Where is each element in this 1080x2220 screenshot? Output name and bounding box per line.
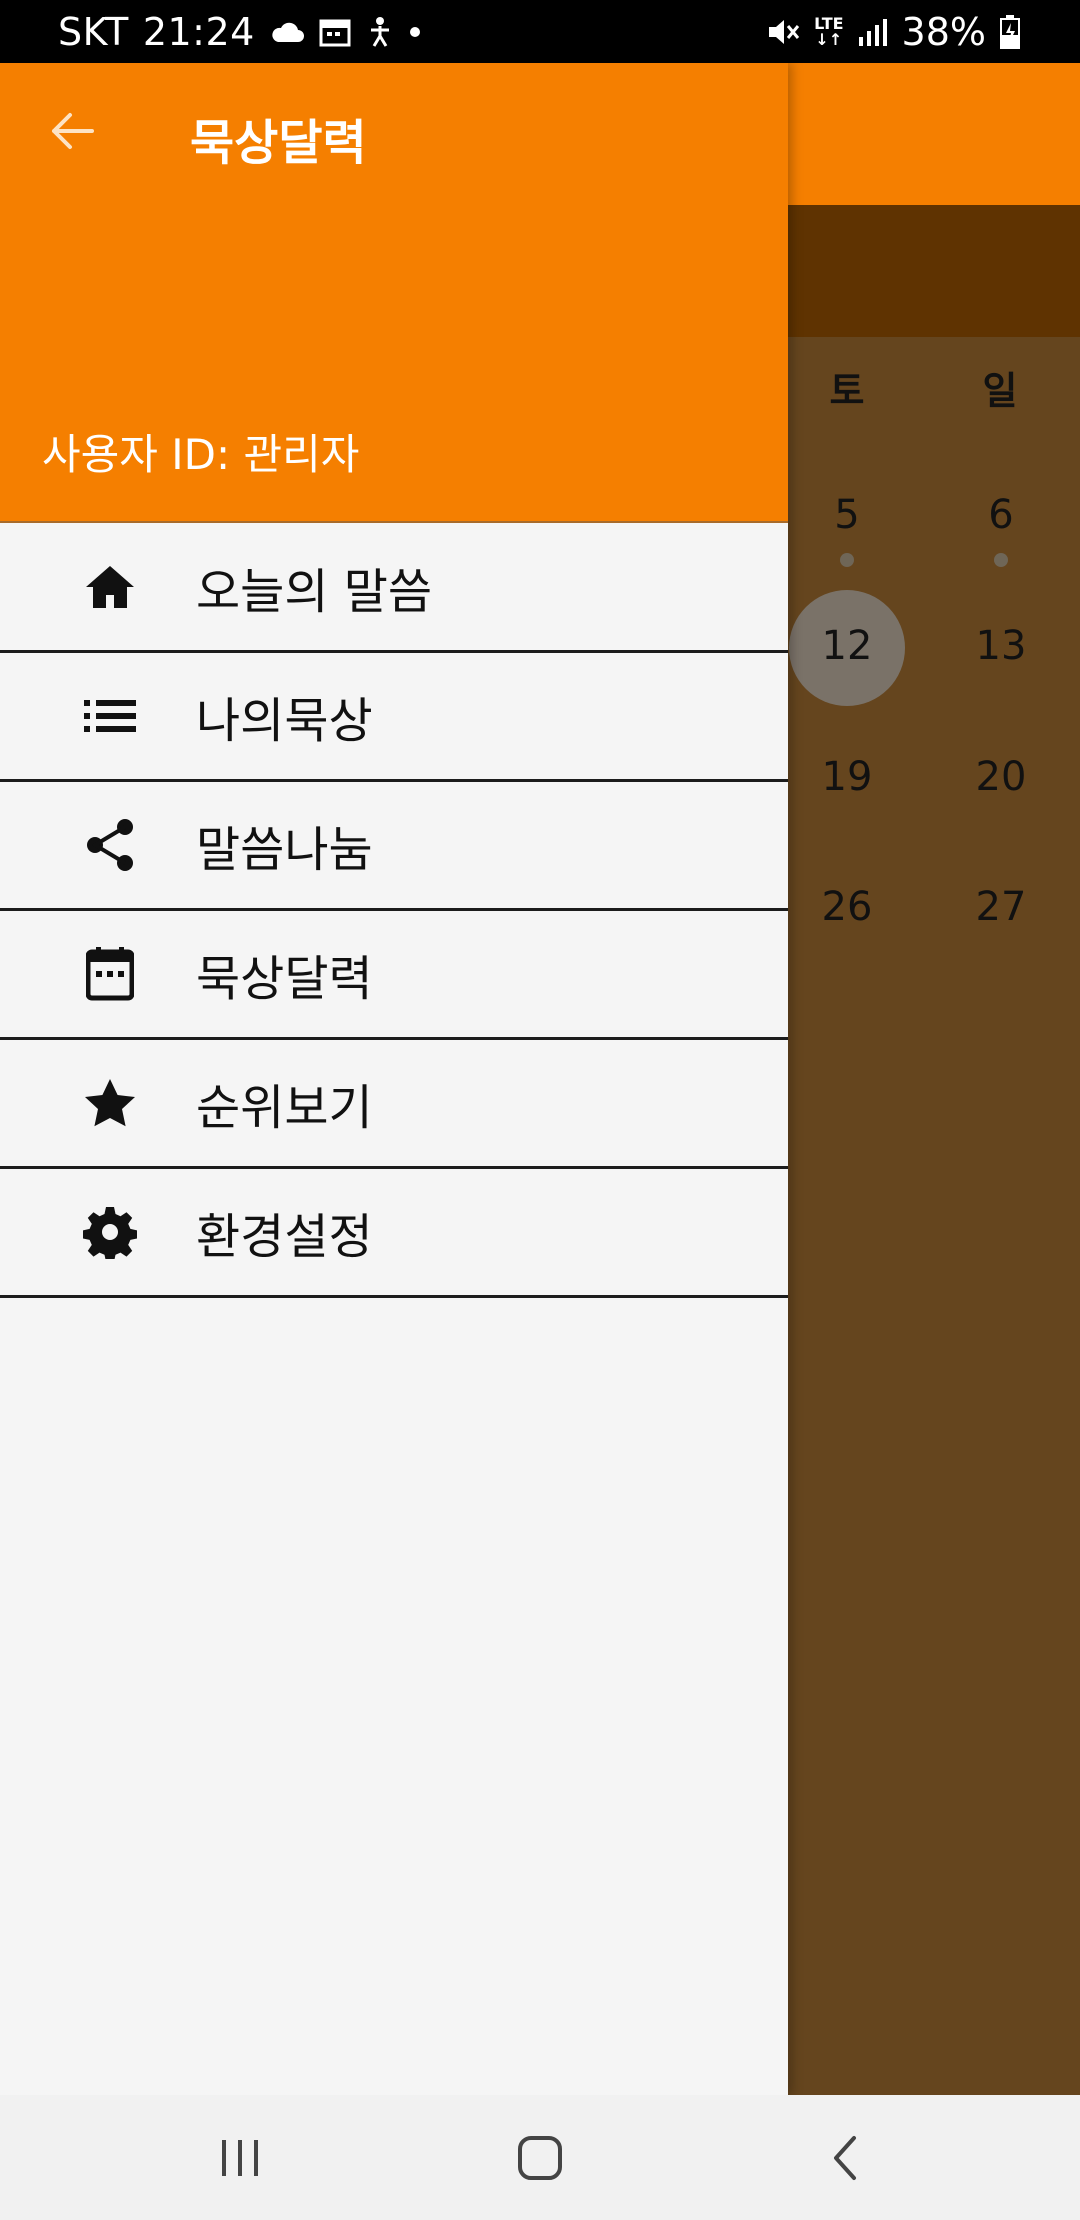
star-icon <box>80 1073 140 1133</box>
calendar-icon <box>80 944 140 1004</box>
accessibility-icon <box>365 16 395 48</box>
calendar-day[interactable]: 27 <box>946 884 1056 930</box>
battery-charging-icon <box>1000 14 1020 49</box>
menu-item-ranking[interactable]: 순위보기 <box>0 1040 788 1169</box>
calendar-icon <box>319 17 351 47</box>
lte-arrows: ↓↑ <box>815 29 843 49</box>
carrier-text: SKT <box>58 9 129 54</box>
calendar-day[interactable]: 13 <box>946 623 1056 669</box>
weekday-sunday: 일 <box>982 369 1018 413</box>
calendar-day[interactable]: 5 <box>792 492 902 538</box>
calendar-day[interactable]: 20 <box>946 754 1056 800</box>
menu-item-meditation-calendar[interactable]: 묵상달력 <box>0 911 788 1040</box>
calendar-month-header <box>788 205 1080 337</box>
weekday-saturday: 토 <box>829 369 865 413</box>
menu-item-settings[interactable]: 환경설정 <box>0 1169 788 1298</box>
menu-item-label: 환경설정 <box>196 1209 373 1265</box>
signal-icon <box>858 17 888 47</box>
home-button-icon[interactable] <box>480 2095 600 2220</box>
status-right: LTE ↓↑ 38% <box>766 0 1020 63</box>
share-icon <box>80 815 140 875</box>
menu-item-label: 나의묵상 <box>196 693 373 749</box>
page-title: 묵상달력 <box>190 115 367 171</box>
calendar-day[interactable]: 6 <box>946 492 1056 538</box>
event-dot <box>994 553 1008 567</box>
back-chevron-icon[interactable] <box>785 2095 905 2220</box>
list-icon <box>80 686 140 746</box>
drawer-header: 묵상달력 사용자 ID: 관리자 <box>0 63 788 523</box>
event-dot <box>840 553 854 567</box>
battery-text: 38% <box>901 9 986 54</box>
status-left: SKT 21:24 <box>58 0 421 63</box>
calendar-day-selected[interactable]: 12 <box>792 623 902 669</box>
back-arrow-icon[interactable] <box>44 103 100 159</box>
gear-icon <box>80 1202 140 1262</box>
recent-apps-icon[interactable] <box>180 2095 300 2220</box>
menu-item-my-meditation[interactable]: 나의묵상 <box>0 653 788 782</box>
drawer-menu: 오늘의 말씀 나의묵상 말씀나눔 묵상달력 순위보기 환경설정 <box>0 524 788 1298</box>
home-icon <box>80 557 140 617</box>
system-nav-bar <box>0 2095 1080 2220</box>
status-bar: SKT 21:24 LTE ↓↑ 38% <box>0 0 1080 63</box>
menu-item-label: 순위보기 <box>196 1080 373 1136</box>
menu-item-word-sharing[interactable]: 말씀나눔 <box>0 782 788 911</box>
user-id-label: 사용자 ID: 관리자 <box>42 430 360 479</box>
dot-icon <box>409 26 421 38</box>
menu-item-label: 말씀나눔 <box>196 822 373 878</box>
time-text: 21:24 <box>142 9 255 54</box>
navigation-drawer: 묵상달력 사용자 ID: 관리자 오늘의 말씀 나의묵상 말씀나눔 묵상달력 순… <box>0 63 788 2095</box>
lte-icon: LTE ↓↑ <box>814 15 843 49</box>
cloud-icon <box>269 20 305 44</box>
menu-item-today-word[interactable]: 오늘의 말씀 <box>0 524 788 653</box>
calendar-day[interactable]: 19 <box>792 754 902 800</box>
menu-item-label: 묵상달력 <box>196 951 373 1007</box>
calendar-day[interactable]: 26 <box>792 884 902 930</box>
mute-icon <box>766 16 800 48</box>
menu-item-label: 오늘의 말씀 <box>196 564 433 620</box>
